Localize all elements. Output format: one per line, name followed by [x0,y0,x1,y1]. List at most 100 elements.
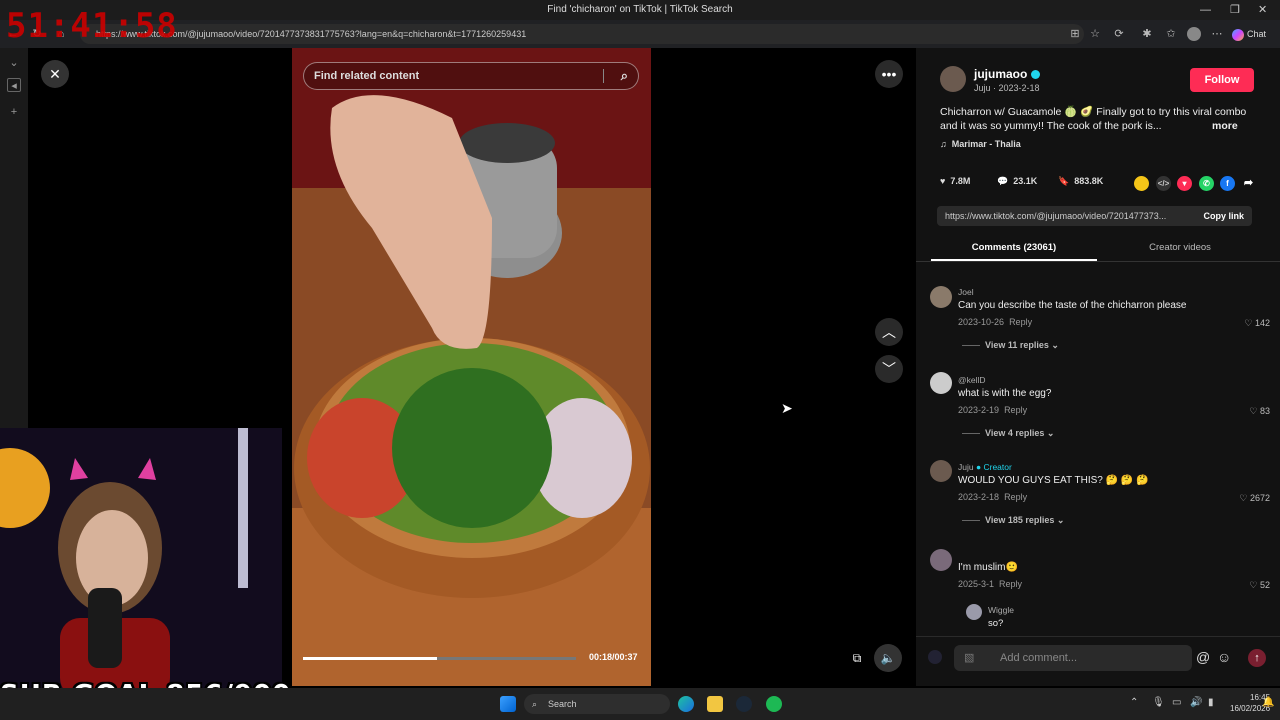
add-comment-input[interactable]: ▧ Add comment... [954,645,1192,671]
close-video-button[interactable]: ✕ [41,60,69,88]
stream-timer: 51:41:58 [6,6,178,46]
comment-avatar[interactable] [930,460,952,482]
author-username[interactable]: jujumaoo [974,67,1040,81]
favorites-icon[interactable]: ✩ [1164,27,1178,41]
next-video-button[interactable]: ﹀ [875,355,903,383]
share-friends-icon[interactable] [1134,176,1149,191]
whatsapp-icon[interactable]: ✆ [1199,176,1214,191]
chevron-down-icon[interactable]: ⌄ [7,56,21,70]
music-title: Marimar - Thalia [951,139,1021,149]
extensions-icon[interactable]: ✱ [1140,27,1154,41]
search-icon: ⌕ [532,699,538,709]
comment-avatar[interactable] [930,549,952,571]
comment-avatar[interactable] [930,286,952,308]
favorite-icon[interactable]: ☆ [1088,27,1102,41]
video-player[interactable] [292,48,651,686]
emoji-icon[interactable]: ☺ [1217,649,1231,665]
comment-user-row: Juju ● Creator [958,462,1012,472]
share-arrow-icon[interactable]: ➦ [1241,176,1256,191]
music-note-icon: ♫ [940,139,947,149]
minimize-icon[interactable]: — [1200,0,1211,20]
app-icon[interactable]: ⊞ [1068,27,1082,41]
edge-icon[interactable] [678,696,694,712]
copy-link-button[interactable]: Copy link [1203,206,1244,226]
related-search-input[interactable]: Find related content ⌕ [303,62,639,90]
windows-start-icon[interactable] [500,696,516,712]
tab-audio-icon[interactable]: ◂ [7,78,21,92]
comment-like[interactable]: ♡ 2672 [1239,493,1270,504]
maximize-icon[interactable]: ❐ [1230,0,1240,20]
reply-button[interactable]: Reply [999,579,1022,589]
reply-button[interactable]: Reply [1004,405,1027,415]
image-upload-icon[interactable]: ▧ [964,645,974,671]
new-tab-icon[interactable]: + [7,106,21,120]
comment-user[interactable]: Juju [958,462,974,472]
follow-button[interactable]: Follow [1190,68,1254,92]
facebook-icon[interactable]: f [1220,176,1235,191]
search-icon[interactable]: ⌕ [621,63,628,89]
microphone-icon[interactable]: 🎙 [1152,697,1165,708]
spotify-icon[interactable] [766,696,782,712]
network-icon[interactable]: ▭ [1172,697,1181,708]
author-avatar[interactable] [940,66,966,92]
profile-icon[interactable] [1187,27,1201,41]
address-bar[interactable]: https://www.tiktok.com/@jujumaoo/video/7… [80,24,1084,44]
comment-date-row: 2025-3-1 Reply [958,579,1022,589]
view-replies-button[interactable]: View 4 replies ⌄ [962,428,1054,439]
taskbar-search-label: Search [548,699,577,709]
previous-video-button[interactable]: ︿ [875,318,903,346]
comment-avatar[interactable] [930,372,952,394]
more-options-button[interactable]: ••• [875,60,903,88]
mention-icon[interactable]: @ [1196,649,1210,665]
subreply-user[interactable]: Wiggle [988,605,1014,615]
video-progress-bar[interactable] [303,657,576,660]
menu-icon[interactable]: ⋯ [1210,27,1224,41]
bookmark-icon: 🔖 [1058,176,1070,186]
tray-chevron-icon[interactable]: ⌃ [1130,697,1138,708]
taskbar-search[interactable]: ⌕ Search [524,694,670,714]
music-info[interactable]: ♫ Marimar - Thalia [940,139,1021,149]
save-stat[interactable]: 🔖 883.8K [1058,176,1103,187]
chevron-down-icon: ⌄ [1046,428,1055,438]
comment-like[interactable]: ♡ 83 [1249,406,1270,417]
comment-like[interactable]: ♡ 142 [1244,318,1270,329]
comment-like[interactable]: ♡ 52 [1249,580,1270,591]
subreply-avatar[interactable] [966,604,982,620]
search-placeholder: Find related content [314,70,420,82]
close-window-icon[interactable]: ✕ [1258,0,1267,20]
comment-count: 23.1K [1013,176,1038,186]
heart-icon: ♥ [940,176,946,186]
battery-icon[interactable]: ▮ [1208,697,1214,708]
like-stat[interactable]: ♥ 7.8M [940,176,970,186]
embed-icon[interactable]: </> [1156,176,1171,191]
volume-button[interactable]: 🔈 [874,644,902,672]
reply-button[interactable]: Reply [1009,317,1032,327]
steam-icon[interactable] [736,696,752,712]
video-frame [292,48,651,686]
video-link-field[interactable]: https://www.tiktok.com/@jujumaoo/video/7… [937,206,1252,226]
notification-icon[interactable]: 🔔 [1262,697,1274,708]
extension-icon[interactable]: ⟳ [1112,27,1126,41]
more-link[interactable]: more [1212,119,1238,133]
send-icon[interactable]: ▾ [1177,176,1192,191]
view-replies-button[interactable]: View 185 replies ⌄ [962,515,1064,526]
comment-date: 2023-2-18 [958,492,1000,502]
floating-player-button[interactable]: ⧉ [843,644,871,672]
comment-date-row: 2023-10-26 Reply [958,317,1032,327]
comment-stat[interactable]: 💬 23.1K [997,176,1037,187]
chat-button[interactable]: Chat [1232,24,1276,44]
reply-button[interactable]: Reply [1004,492,1027,502]
chevron-down-icon: ﹀ [882,361,896,377]
tab-comments[interactable]: Comments (23061) [931,242,1097,253]
search-divider [603,69,604,83]
file-explorer-icon[interactable] [707,696,723,712]
volume-icon[interactable]: 🔊 [1190,697,1202,708]
view-replies-label: View 4 replies [985,428,1045,438]
comment-user[interactable]: @kellD [958,375,986,385]
comment-user[interactable]: Joel [958,287,974,297]
view-replies-button[interactable]: View 11 replies ⌄ [962,340,1059,351]
verified-icon [1030,70,1040,80]
post-comment-icon[interactable]: ↑ [1248,649,1266,667]
comment-text: WOULD YOU GUYS EAT THIS? 🤔 🤔 🤔 [958,475,1149,486]
tab-creator-videos[interactable]: Creator videos [1097,242,1263,253]
